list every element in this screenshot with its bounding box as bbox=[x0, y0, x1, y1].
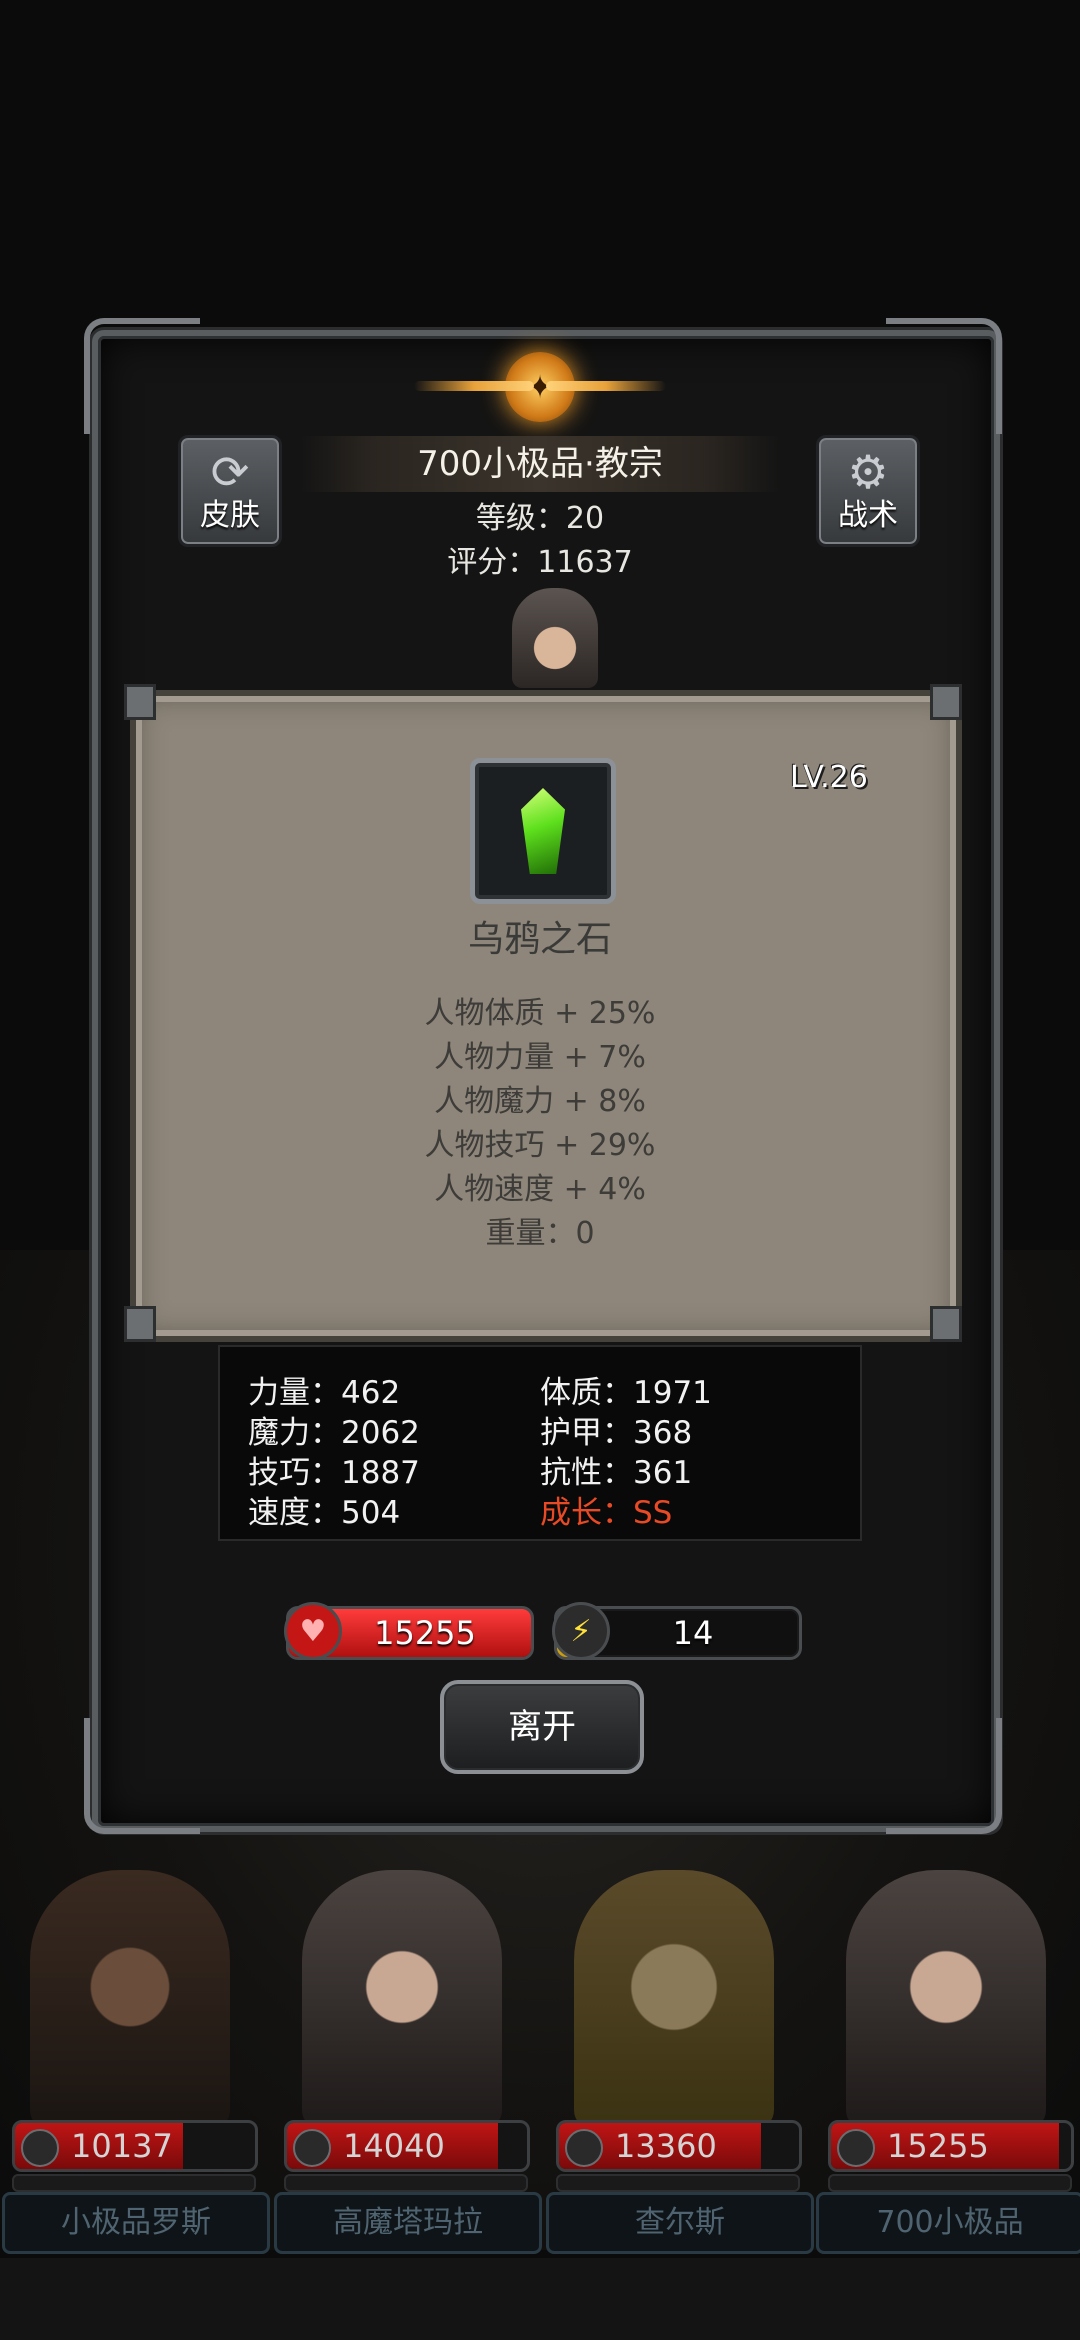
hero-portrait bbox=[30, 1870, 230, 2130]
roster-hp-value: 13360 bbox=[615, 2127, 717, 2165]
roster-name[interactable]: 700小极品 bbox=[816, 2192, 1080, 2254]
item-attribute: 人物速度 + 4% bbox=[434, 1172, 646, 1207]
hero-portrait bbox=[846, 1870, 1046, 2130]
frame-corner-ornament bbox=[84, 318, 200, 434]
card-corner-cap bbox=[124, 1306, 156, 1342]
hero-portrait bbox=[574, 1870, 774, 2130]
frame-corner-ornament bbox=[886, 318, 1002, 434]
roster-hp-bar: 13360 bbox=[556, 2120, 802, 2172]
emblem-wing bbox=[546, 381, 666, 391]
card-corner-cap bbox=[930, 684, 962, 720]
hero-score: 评分：11637 bbox=[447, 545, 633, 580]
stat-armor: 护甲：368 bbox=[540, 1415, 693, 1451]
hero-portrait bbox=[512, 588, 598, 688]
hero-level: 等级：20 bbox=[475, 501, 605, 536]
roster-name[interactable]: 小极品罗斯 bbox=[2, 2192, 270, 2254]
roster-energy-bar bbox=[12, 2174, 256, 2192]
tactics-button[interactable]: ⚙ 战术 bbox=[816, 435, 920, 547]
item-attribute: 人物魔力 + 8% bbox=[434, 1084, 646, 1119]
hp-icon bbox=[565, 2129, 603, 2167]
roster-name[interactable]: 高魔塔玛拉 bbox=[274, 2192, 542, 2254]
roster-hp-bar: 10137 bbox=[12, 2120, 258, 2172]
frame-emblem: ✦ bbox=[414, 345, 666, 429]
item-level: LV.26 bbox=[790, 760, 868, 795]
stat-speed: 速度：504 bbox=[248, 1495, 401, 1531]
stat-strength: 力量：462 bbox=[248, 1375, 401, 1411]
frame-corner-ornament bbox=[84, 1718, 200, 1834]
tactics-button-label: 战术 bbox=[838, 498, 898, 533]
stat-skill: 技巧：1887 bbox=[248, 1455, 420, 1491]
emblem-wing bbox=[414, 381, 534, 391]
stat-growth: 成长：SS bbox=[540, 1495, 673, 1531]
heart-icon: ♥ bbox=[284, 1602, 342, 1660]
shirt-refresh-icon: ⟳ bbox=[210, 445, 250, 499]
card-corner-cap bbox=[930, 1306, 962, 1342]
bottom-strip bbox=[0, 2258, 1080, 2340]
roster-name[interactable]: 查尔斯 bbox=[546, 2192, 814, 2254]
stat-constitution: 体质：1971 bbox=[540, 1375, 712, 1411]
hp-icon bbox=[293, 2129, 331, 2167]
frame-corner-ornament bbox=[886, 1718, 1002, 1834]
hero-portrait bbox=[302, 1870, 502, 2130]
item-attribute: 人物力量 + 7% bbox=[434, 1040, 646, 1075]
card-corner-cap bbox=[124, 684, 156, 720]
roster-energy-bar bbox=[284, 2174, 528, 2192]
roster-hp-value: 10137 bbox=[71, 2127, 173, 2165]
roster-energy-bar bbox=[556, 2174, 800, 2192]
hp-icon bbox=[21, 2129, 59, 2167]
item-weight: 重量：0 bbox=[485, 1216, 595, 1251]
hp-icon bbox=[837, 2129, 875, 2167]
skin-button[interactable]: ⟳ 皮肤 bbox=[178, 435, 282, 547]
item-attribute: 人物技巧 + 29% bbox=[424, 1128, 656, 1163]
item-attribute: 人物体质 + 25% bbox=[424, 996, 656, 1031]
roster-hp-value: 14040 bbox=[343, 2127, 445, 2165]
roster-hp-bar: 14040 bbox=[284, 2120, 530, 2172]
roster-energy-bar bbox=[828, 2174, 1072, 2192]
item-name: 乌鸦之石 bbox=[467, 919, 612, 960]
lightning-icon: ⚡ bbox=[552, 1602, 610, 1660]
item-slot bbox=[470, 758, 616, 904]
gear-icon: ⚙ bbox=[847, 445, 889, 499]
roster-hp-bar: 15255 bbox=[828, 2120, 1074, 2172]
green-crystal-icon bbox=[521, 788, 565, 874]
leave-button[interactable]: 离开 bbox=[440, 1680, 644, 1774]
skin-button-label: 皮肤 bbox=[200, 498, 260, 533]
stat-magic: 魔力：2062 bbox=[248, 1415, 420, 1451]
hero-title: 700小极品·教宗 bbox=[300, 436, 780, 492]
roster-hp-value: 15255 bbox=[887, 2127, 989, 2165]
stat-resistance: 抗性：361 bbox=[540, 1455, 693, 1491]
